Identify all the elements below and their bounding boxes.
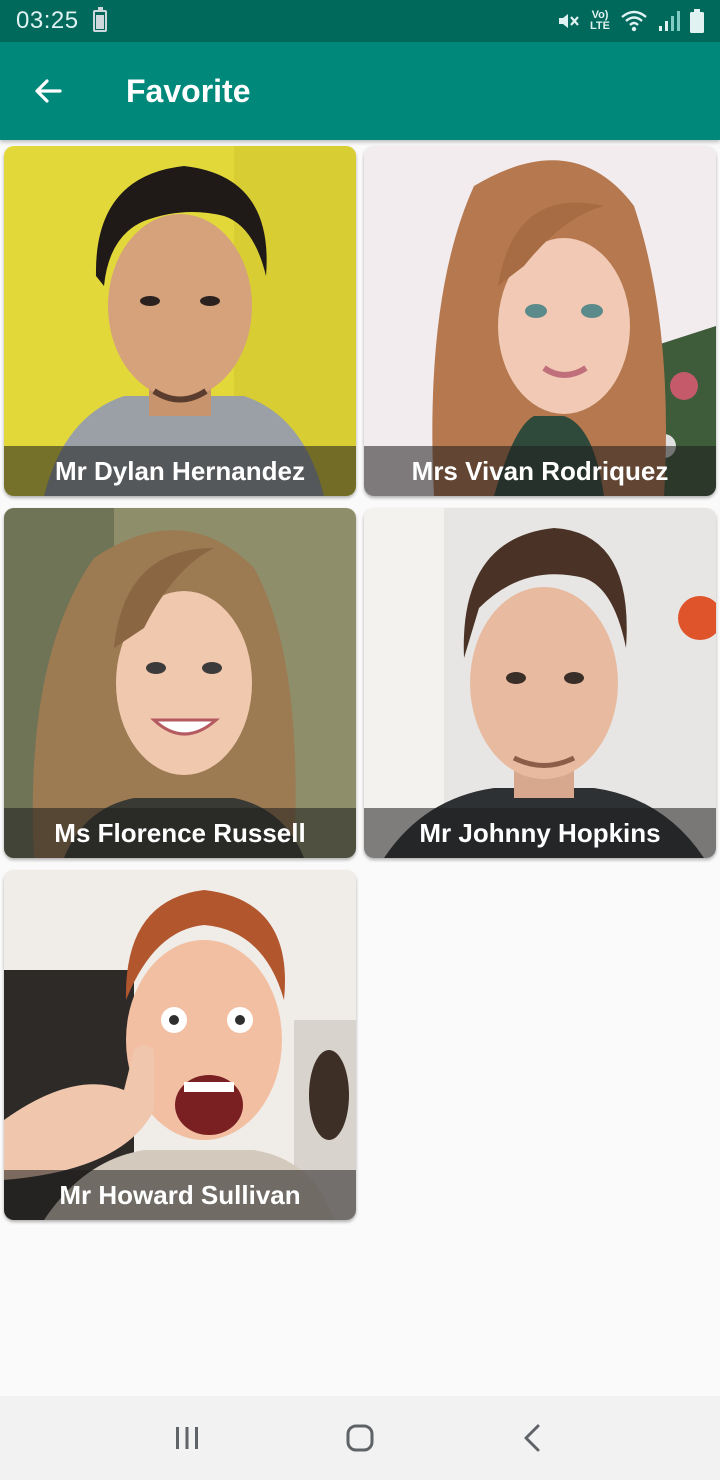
favorite-name: Mrs Vivan Rodriquez — [411, 455, 669, 486]
favorites-grid: Mr Dylan Hernandez Mrs Vivan Rodriquez M… — [4, 146, 716, 1220]
card-caption: Mr Johnny Hopkins — [364, 808, 716, 858]
profile-photo — [4, 508, 356, 858]
profile-photo — [4, 870, 356, 1220]
recents-icon — [175, 1427, 198, 1449]
recents-button[interactable] — [147, 1408, 227, 1468]
favorite-card[interactable]: Mrs Vivan Rodriquez — [364, 146, 716, 496]
status-time: 03:25 — [16, 7, 79, 34]
profile-photo — [364, 508, 716, 858]
profile-photo — [364, 146, 716, 496]
battery-icon — [92, 7, 107, 32]
status-icons: Vo) LTE — [556, 9, 704, 33]
favorite-card[interactable]: Mr Howard Sullivan — [4, 870, 356, 1220]
favorite-card[interactable]: Ms Florence Russell — [4, 508, 356, 858]
favorite-name: Mr Johnny Hopkins — [419, 817, 661, 848]
favorite-name: Ms Florence Russell — [54, 817, 306, 848]
card-caption: Ms Florence Russell — [4, 808, 356, 858]
home-button[interactable] — [320, 1408, 400, 1468]
signal-icon — [659, 11, 680, 31]
back-button[interactable] — [0, 42, 96, 140]
battery-full-icon — [690, 9, 704, 33]
back-nav-button[interactable] — [493, 1408, 573, 1468]
mute-icon — [559, 14, 579, 28]
arrow-back-icon — [35, 79, 62, 103]
card-caption: Mrs Vivan Rodriquez — [364, 446, 716, 496]
app-bar: Favorite — [0, 42, 720, 140]
page-title: Favorite — [126, 72, 251, 109]
back-icon — [524, 1424, 540, 1452]
card-caption: Mr Dylan Hernandez — [4, 446, 356, 496]
card-caption: Mr Howard Sullivan — [4, 1170, 356, 1220]
wifi-icon — [621, 10, 647, 32]
profile-photo — [4, 146, 356, 496]
favorite-name: Mr Howard Sullivan — [59, 1179, 301, 1210]
volte-icon: Vo) LTE — [590, 9, 610, 32]
favorite-name: Mr Dylan Hernandez — [55, 455, 305, 486]
favorite-card[interactable]: Mr Johnny Hopkins — [364, 508, 716, 858]
home-icon — [346, 1424, 374, 1452]
system-nav-bar — [0, 1396, 720, 1480]
favorite-card[interactable]: Mr Dylan Hernandez — [4, 146, 356, 496]
status-bar: 03:25 Vo) LTE — [0, 0, 720, 42]
